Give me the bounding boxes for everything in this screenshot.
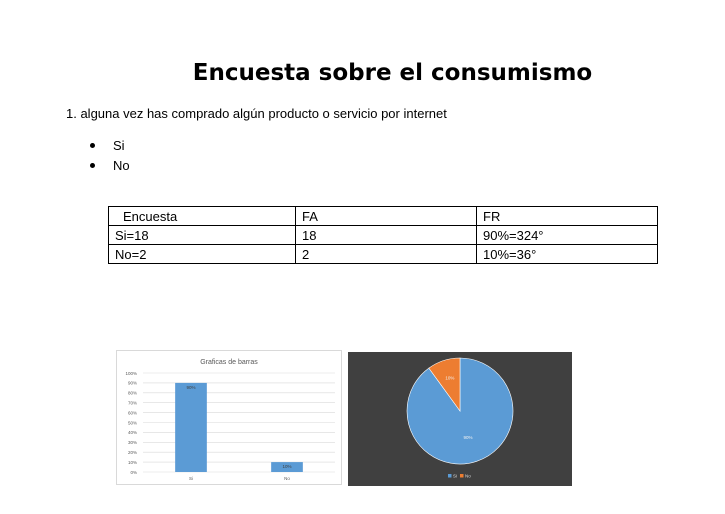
table-header: FA <box>295 206 477 226</box>
bullet-icon <box>90 143 95 148</box>
y-tick-label: 80% <box>128 391 137 396</box>
legend-swatch <box>448 474 452 478</box>
bar-chart: Graficas de barras 0% 10% 20% 30% 40% 50% 60% 70… <box>125 359 335 481</box>
data-label: 90% <box>463 435 472 440</box>
legend-label: No <box>465 474 471 479</box>
table-cell: 2 <box>295 244 477 264</box>
document-title: Encuesta sobre el consumismo <box>192 60 593 86</box>
option-label: Si <box>113 138 125 153</box>
legend-swatch <box>460 474 464 478</box>
y-tick-label: 10% <box>128 460 137 465</box>
chart-title: Graficas de barras <box>200 359 258 366</box>
y-tick-label: 20% <box>128 450 137 455</box>
bullet-icon <box>90 163 95 168</box>
table-row: Si=18 18 90%=324° <box>108 225 658 245</box>
table-cell: Si=18 <box>108 225 296 245</box>
table-cell: 10%=36° <box>476 244 658 264</box>
option-label: No <box>113 158 130 173</box>
pie-chart-image: 90% 10% Si No <box>348 352 572 486</box>
x-tick-label: Si <box>189 476 193 481</box>
y-tick-label: 30% <box>128 440 137 445</box>
y-tick-label: 40% <box>128 430 137 435</box>
table-row: No=2 2 10%=36° <box>108 244 658 264</box>
data-label: 90% <box>186 385 195 390</box>
y-tick-label: 100% <box>125 371 137 376</box>
x-tick-label: No <box>284 476 290 481</box>
table-header: FR <box>476 206 658 226</box>
y-tick-label: 70% <box>128 401 137 406</box>
survey-question: 1. alguna vez has comprado algún product… <box>66 106 447 121</box>
table-header-row: Encuesta FA FR <box>108 206 658 226</box>
option-item: No <box>66 156 130 176</box>
table-cell: 18 <box>295 225 477 245</box>
pie-chart: 90% 10% Si No <box>406 357 514 479</box>
y-tick-label: 60% <box>128 410 137 415</box>
frequency-table: Encuesta FA FR Si=18 18 90%=324° No=2 2 … <box>108 206 658 264</box>
y-tick-label: 0% <box>130 470 137 475</box>
data-label: 10% <box>282 464 291 469</box>
bar <box>175 382 207 472</box>
table-cell: No=2 <box>108 244 296 264</box>
option-item: Si <box>66 136 130 156</box>
table-header: Encuesta <box>108 206 296 226</box>
bar-chart-image: Graficas de barras 0% 10% 20% 30% 40% 50% 60% 70… <box>116 350 342 485</box>
legend-label: Si <box>453 474 457 479</box>
y-tick-label: 90% <box>128 381 137 386</box>
y-tick-label: 50% <box>128 420 137 425</box>
table-cell: 90%=324° <box>476 225 658 245</box>
answer-options: Si No <box>66 136 130 176</box>
data-label: 10% <box>445 376 454 381</box>
